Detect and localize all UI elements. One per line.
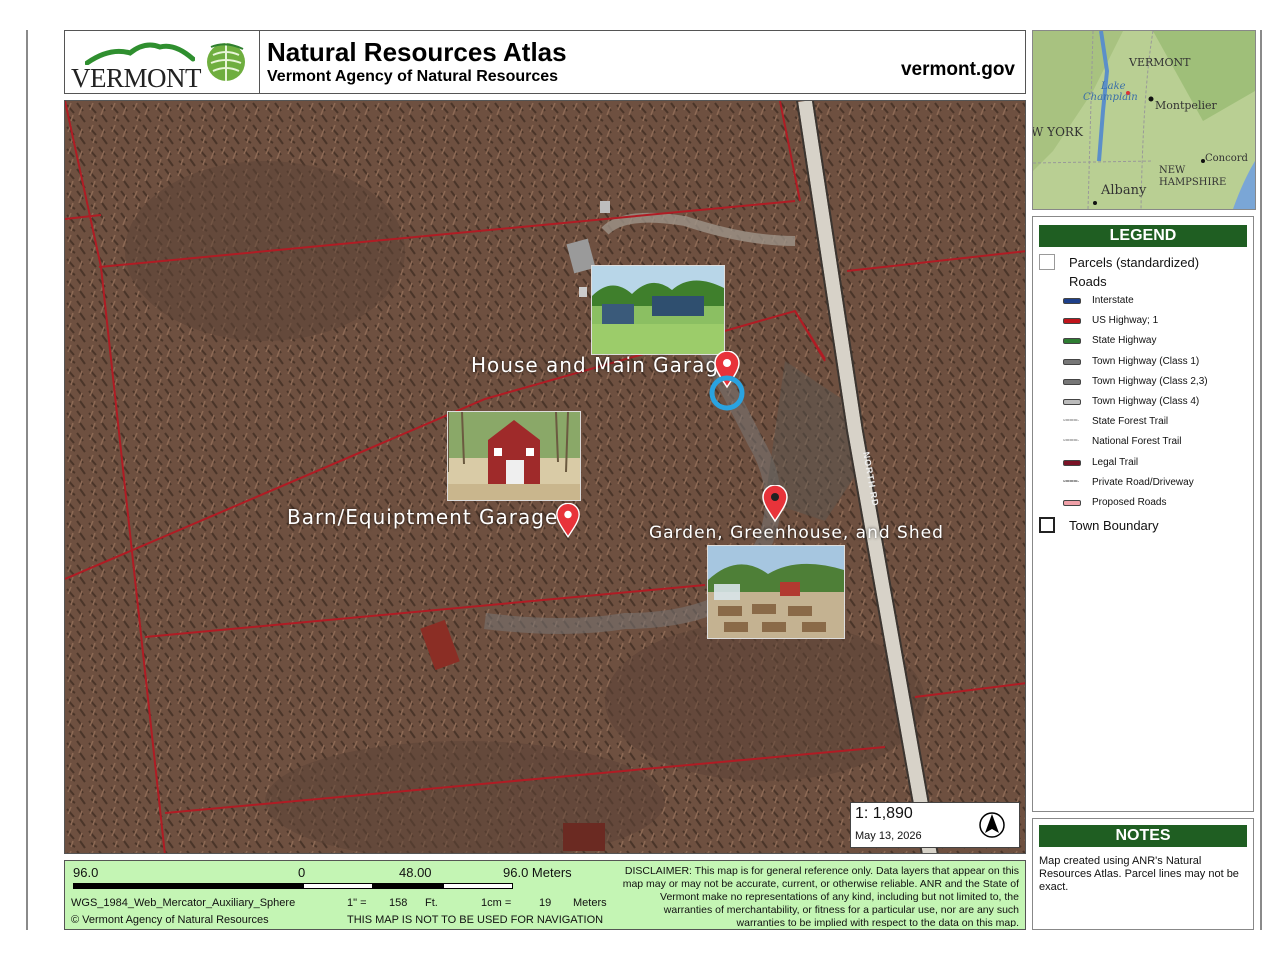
scalebar-segment-3	[373, 883, 443, 889]
garden-marker-icon[interactable]	[761, 485, 789, 523]
logo-area: VERMONT	[65, 31, 260, 93]
parcels-label: Parcels (standardized)	[1069, 254, 1200, 270]
road-swatch	[1063, 358, 1081, 365]
scalebar-segment-2	[303, 883, 373, 889]
scalebar-right-value: 96.0 Meters	[503, 865, 572, 880]
road-label: Town Highway (Class 4)	[1092, 396, 1200, 407]
house-label: House and Main Garage	[471, 353, 733, 377]
road-swatch	[1063, 338, 1081, 345]
barn-label: Barn/Equiptment Garage	[287, 505, 559, 529]
scale-ratio: 1: 1,890	[855, 805, 913, 822]
vermont-mountain-icon	[85, 42, 195, 65]
vermont-logo-text: VERMONT	[71, 63, 202, 93]
town-boundary-label: Town Boundary	[1069, 517, 1159, 533]
page-title: Natural Resources Atlas	[267, 37, 567, 67]
barn-marker-icon[interactable]	[555, 503, 581, 539]
legend-panel: LEGEND Parcels (standardized) Roads Inte…	[1032, 216, 1254, 812]
projection-text: WGS_1984_Web_Mercator_Auxiliary_Sphere	[71, 897, 296, 909]
map-date: May 13, 2026	[855, 830, 922, 842]
road-label: National Forest Trail	[1092, 436, 1182, 448]
inset-label-york: W YORK	[1032, 125, 1083, 139]
road-swatch	[1063, 399, 1081, 405]
scalebar-segment-4	[443, 883, 513, 889]
road-label: US Highway; 1	[1092, 315, 1159, 327]
legend-parcels: Parcels (standardized)	[1039, 253, 1199, 271]
page-subtitle: Vermont Agency of Natural Resources	[267, 68, 559, 85]
scale-box: 1: 1,890 May 13, 2026	[850, 802, 1020, 848]
inset-label-vermont: VERMONT	[1129, 56, 1191, 69]
map-footer: 96.0 0 48.00 96.0 Meters WGS_1984_Web_Me…	[64, 860, 1026, 930]
inset-label-montpelier: Montpelier	[1155, 99, 1217, 112]
inset-label-champlain: Champlain	[1083, 92, 1138, 103]
roads-heading: Roads	[1069, 274, 1107, 289]
road-swatch	[1063, 459, 1081, 466]
legend-town-boundary: Town Boundary	[1039, 516, 1159, 534]
road-label: Legal Trail	[1092, 456, 1139, 468]
disclaimer-text: DISCLAIMER: This map is for general refe…	[622, 865, 1019, 927]
navigation-warning: THIS MAP IS NOT TO BE USED FOR NAVIGATIO…	[347, 914, 604, 926]
inset-label-albany: Albany	[1101, 183, 1147, 198]
current-location-icon[interactable]	[707, 373, 747, 413]
road-swatch	[1063, 378, 1081, 385]
locator-inset-map[interactable]: VERMONT Lake Champlain Montpelier W YORK…	[1032, 30, 1256, 210]
garden-photo[interactable]	[707, 545, 845, 639]
atlas-header: VERMONT Natural Resources Atlas Vermont …	[64, 30, 1026, 94]
parcels-swatch	[1039, 254, 1055, 270]
road-swatch	[1063, 419, 1079, 422]
inch-scale-label: 1" =	[347, 897, 367, 909]
road-label: Interstate	[1092, 295, 1134, 306]
road-label: Proposed Roads	[1092, 497, 1167, 508]
scalebar-segment-1	[73, 883, 303, 889]
aerial-map[interactable]: House and Main Garage Barn/Equiptment Ga…	[64, 100, 1026, 854]
scalebar-zero: 0	[298, 865, 306, 880]
road-label: State Highway	[1092, 335, 1157, 347]
road-swatch	[1063, 500, 1081, 506]
scalebar-left-value: 96.0	[73, 865, 99, 880]
cm-scale-value: 19	[539, 897, 552, 909]
left-border-line	[26, 30, 28, 930]
inset-label-concord: Concord	[1205, 153, 1248, 164]
scalebar-mid-value: 48.00	[399, 865, 432, 880]
barn-photo[interactable]	[447, 411, 581, 501]
road-swatch	[1063, 439, 1079, 442]
garden-label: Garden, Greenhouse, and Shed	[649, 523, 944, 543]
inset-label-new: NEW	[1159, 165, 1186, 176]
copyright-text: © Vermont Agency of Natural Resources	[71, 914, 269, 926]
road-swatch	[1063, 318, 1081, 325]
north-arrow-icon	[979, 812, 1005, 838]
notes-panel: NOTES Map created using ANR's Natural Re…	[1032, 818, 1254, 930]
road-label: Private Road/Driveway	[1092, 476, 1194, 488]
road-label: State Forest Trail	[1092, 416, 1169, 428]
inset-label-lake: Lake	[1101, 81, 1126, 92]
site-link[interactable]: vermont.gov	[901, 59, 1015, 81]
road-label: Town Highway (Class 2,3)	[1092, 375, 1208, 387]
notes-title: NOTES	[1039, 825, 1247, 847]
town-boundary-swatch	[1039, 517, 1055, 533]
inch-scale-value: 158	[389, 897, 408, 909]
inset-label-hampshire: HAMPSHIRE	[1159, 177, 1227, 188]
inch-scale-unit: Ft.	[425, 897, 438, 909]
cm-scale-unit: Meters	[573, 897, 607, 909]
legend-title: LEGEND	[1039, 225, 1247, 247]
road-label: Town Highway (Class 1)	[1092, 355, 1200, 367]
anr-globe-icon	[207, 43, 245, 81]
notes-text: Map created using ANR's Natural Resource…	[1039, 855, 1239, 893]
right-border-line	[1260, 30, 1262, 930]
road-swatch	[1063, 298, 1081, 304]
house-photo[interactable]	[591, 265, 725, 355]
road-swatch	[1063, 479, 1079, 482]
cm-scale-label: 1cm =	[481, 897, 512, 909]
